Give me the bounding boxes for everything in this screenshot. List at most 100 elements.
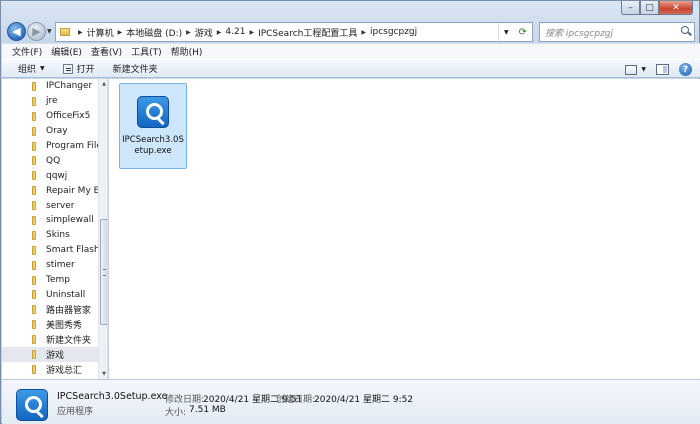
nav-scrollbar[interactable]: ▲ ▼ — [98, 79, 107, 379]
tree-item[interactable]: jre — [8, 94, 98, 109]
maximize-button[interactable]: □ — [640, 1, 659, 15]
tree-item-label: OfficeFix5 — [46, 111, 91, 122]
scroll-thumb[interactable] — [100, 219, 107, 325]
breadcrumb-current[interactable]: ipcsgcpzgj — [370, 27, 417, 37]
folder-icon — [32, 156, 36, 166]
details-file-type: 应用程序 — [57, 407, 94, 417]
open-button[interactable]: 打开 — [62, 62, 95, 75]
menu-tools[interactable]: 工具(T) — [131, 45, 162, 58]
preview-pane-icon[interactable] — [656, 64, 669, 75]
tree-item-label: 新建文件夹 — [46, 336, 92, 347]
menu-file[interactable]: 文件(F) — [12, 45, 42, 58]
folder-icon — [32, 96, 36, 106]
tree-item-label: Program Files — [46, 141, 98, 151]
details-size-value: 7.51 MB — [189, 405, 226, 415]
change-view-icon[interactable] — [625, 64, 638, 75]
tree-item[interactable]: Repair My Exc — [8, 183, 98, 198]
back-button[interactable]: ◀ — [7, 22, 26, 41]
minimize-button[interactable]: – — [621, 1, 640, 15]
tree-item[interactable]: 游戏 — [2, 347, 98, 362]
new-folder-button[interactable]: 新建文件夹 — [113, 62, 158, 75]
navigation-pane: IPChanger jre OfficeFix5 Oray Program Files Q… — [2, 79, 108, 379]
folder-icon — [32, 216, 36, 226]
folder-icon — [32, 260, 36, 270]
folder-icon — [32, 171, 36, 181]
chevron-right-icon[interactable]: ▶ — [217, 29, 222, 36]
folder-icon — [32, 230, 36, 240]
tree-item[interactable]: 路由器管家 — [8, 302, 98, 317]
tree-item[interactable]: Skins — [8, 228, 98, 243]
tree-item-label: 游戏 — [46, 350, 65, 361]
folder-icon — [60, 28, 70, 36]
breadcrumb-drive[interactable]: 本地磁盘 (D:) — [126, 26, 182, 39]
help-icon[interactable]: ? — [679, 63, 692, 76]
tree-item[interactable]: 美图秀秀 — [8, 317, 98, 332]
forward-button[interactable]: ▶ — [27, 22, 46, 41]
tree-item[interactable]: OfficeFix5 — [8, 109, 98, 124]
address-bar[interactable]: ▶ 计算机 ▶ 本地磁盘 (D:) ▶ 游戏 ▶ 4.21 ▶ IPCSearc… — [55, 22, 533, 42]
file-item[interactable]: IPCSearch3.0Setup.exe — [119, 83, 187, 169]
tree-item[interactable]: stimer — [8, 258, 98, 273]
new-folder-label: 新建文件夹 — [112, 65, 158, 75]
command-bar: 组织 ▼ 打开 新建文件夹 ▼ ? — [2, 59, 700, 78]
breadcrumb-games[interactable]: 游戏 — [195, 26, 213, 39]
tree-item[interactable]: server — [8, 198, 98, 213]
tree-item[interactable]: IPChanger — [8, 79, 98, 94]
breadcrumb-tool[interactable]: IPCSearch工程配置工具 — [258, 26, 357, 39]
folder-icon — [32, 364, 36, 374]
tree-item[interactable]: Program Files — [8, 139, 98, 154]
chevron-down-icon[interactable]: ▼ — [504, 29, 509, 36]
menu-bar: 文件(F) 编辑(E) 查看(V) 工具(T) 帮助(H) — [2, 43, 700, 59]
chevron-right-icon[interactable]: ▶ — [78, 29, 83, 36]
window-controls: – □ ✕ — [621, 1, 693, 15]
tree-item[interactable]: Temp — [8, 273, 98, 288]
chevron-right-icon[interactable]: ▶ — [249, 29, 254, 36]
scroll-down-icon[interactable]: ▼ — [100, 369, 107, 379]
search-input[interactable]: 搜索 ipcsgcpzgj — [545, 26, 678, 39]
breadcrumb-computer[interactable]: 计算机 — [87, 26, 114, 39]
folder-tree: IPChanger jre OfficeFix5 Oray Program Files Q… — [2, 79, 98, 377]
tree-item-label: 游戏总汇 — [46, 365, 83, 376]
details-pane: IPCSearch3.0Setup.exe 应用程序 修改日期: 2020/4/… — [2, 379, 700, 424]
explorer-window: – □ ✕ ◀ ▶ ▼ ▶ 计算机 ▶ 本地磁盘 (D:) ▶ 游戏 ▶ 4.2… — [0, 0, 700, 424]
tree-item[interactable]: Smart Flash R — [8, 243, 98, 258]
tree-item[interactable]: Uninstall — [8, 287, 98, 302]
tree-item-label: server — [46, 200, 75, 211]
menu-edit[interactable]: 编辑(E) — [51, 45, 82, 58]
tree-item[interactable]: qqwj — [8, 168, 98, 183]
tree-item-label: stimer — [46, 260, 75, 271]
details-created-value: 2020/4/21 星期二 9:52 — [314, 395, 414, 405]
folder-icon — [32, 111, 36, 121]
tree-item-label: 美图秀秀 — [46, 321, 83, 332]
search-box[interactable]: 搜索 ipcsgcpzgj — [539, 22, 695, 42]
chevron-right-icon[interactable]: ▶ — [361, 29, 366, 36]
tree-item-label: Temp — [46, 275, 70, 286]
folder-icon — [32, 201, 36, 211]
tree-item[interactable]: Oray — [8, 124, 98, 139]
tree-item[interactable]: 新建文件夹 — [8, 332, 98, 347]
chevron-right-icon[interactable]: ▶ — [186, 29, 191, 36]
app-search-icon — [16, 389, 48, 421]
details-size-label: 大小: — [165, 408, 187, 418]
folder-icon — [32, 141, 36, 151]
organize-button[interactable]: 组织 ▼ — [18, 62, 45, 75]
refresh-icon[interactable]: ⟳ — [519, 27, 527, 38]
organize-label: 组织 — [18, 65, 37, 75]
breadcrumb-date[interactable]: 4.21 — [225, 27, 245, 37]
close-button[interactable]: ✕ — [659, 1, 693, 15]
chevron-down-icon[interactable]: ▼ — [641, 66, 646, 73]
tree-item-label: qqwj — [46, 170, 68, 181]
tree-item[interactable]: simplewall — [8, 213, 98, 228]
menu-help[interactable]: 帮助(H) — [171, 45, 203, 58]
open-icon — [62, 63, 73, 74]
search-icon[interactable] — [678, 24, 694, 40]
menu-view[interactable]: 查看(V) — [91, 45, 122, 58]
tree-item[interactable]: QQ — [8, 153, 98, 168]
tree-item-label: jre — [46, 96, 58, 107]
tree-item-label: Uninstall — [46, 289, 86, 300]
scroll-up-icon[interactable]: ▲ — [100, 79, 107, 89]
recent-pages-dropdown[interactable]: ▼ — [47, 28, 52, 35]
chevron-right-icon[interactable]: ▶ — [118, 29, 123, 36]
tree-item-label: QQ — [46, 155, 61, 166]
tree-item[interactable]: 游戏总汇 — [8, 362, 98, 377]
